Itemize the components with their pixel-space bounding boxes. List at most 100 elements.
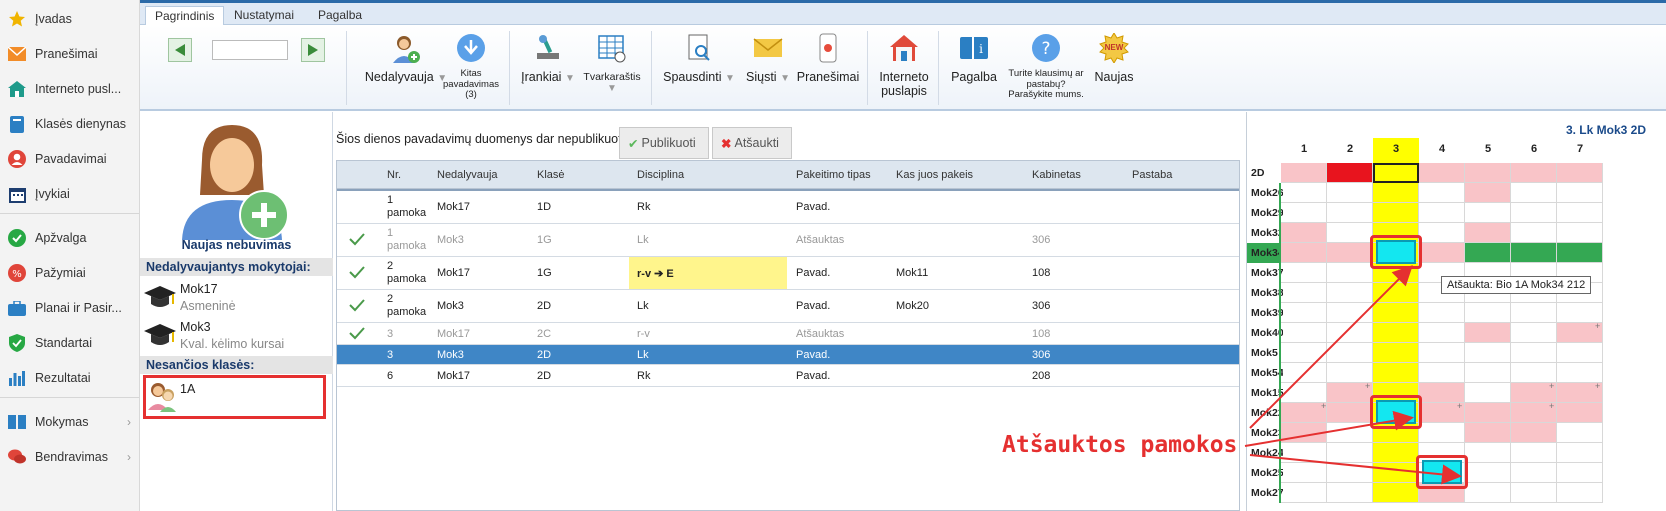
grid-cell[interactable]	[1281, 463, 1327, 483]
grid-cell[interactable]	[1557, 183, 1603, 203]
tab-pagrindinis[interactable]: Pagrindinis	[145, 6, 225, 26]
grid-cell[interactable]	[1327, 343, 1373, 363]
grid-cell[interactable]	[1557, 343, 1603, 363]
pranesimai-button[interactable]: Pranešimai	[795, 33, 861, 84]
grid-cell[interactable]	[1281, 243, 1327, 263]
grid-cell[interactable]	[1327, 303, 1373, 323]
grid-cell[interactable]	[1465, 363, 1511, 383]
grid-cell[interactable]	[1373, 443, 1419, 463]
grid-cell[interactable]	[1327, 363, 1373, 383]
grid-cell[interactable]	[1281, 343, 1327, 363]
grid-cell[interactable]	[1465, 463, 1511, 483]
grid-cell[interactable]	[1557, 463, 1603, 483]
naujas-button[interactable]: NEW Naujas	[1090, 33, 1138, 84]
grid-cell[interactable]	[1557, 363, 1603, 383]
grid-cell[interactable]	[1419, 303, 1465, 323]
grid-cell[interactable]	[1327, 223, 1373, 243]
grid-cell[interactable]	[1557, 483, 1603, 503]
grid-cell[interactable]	[1373, 343, 1419, 363]
irankiai-button[interactable]: Įrankiai ▼	[520, 33, 576, 86]
grid-cell[interactable]	[1281, 223, 1327, 243]
grid-cell[interactable]	[1419, 243, 1465, 263]
sidebar-item-mokymas[interactable]: Mokymas ›	[0, 405, 139, 439]
grid-cell[interactable]	[1373, 303, 1419, 323]
grid-cell[interactable]	[1511, 303, 1557, 323]
grid-cell[interactable]	[1327, 163, 1373, 183]
grid-cell[interactable]	[1511, 483, 1557, 503]
grid-cell[interactable]	[1327, 323, 1373, 343]
sidebar-item-apzvalga[interactable]: Apžvalga	[0, 221, 139, 255]
table-row[interactable]: 6 Mok17 2D Rk Pavad. 208	[337, 365, 1239, 387]
grid-cell[interactable]	[1327, 203, 1373, 223]
sidebar-item-ivykiai[interactable]: Įvykiai	[0, 177, 139, 211]
pagalba-button[interactable]: i Pagalba	[948, 33, 1000, 84]
grid-cell[interactable]	[1511, 223, 1557, 243]
siusti-button[interactable]: Siųsti ▼	[740, 33, 796, 86]
sidebar-item-internetas[interactable]: Interneto pusl...	[0, 72, 139, 106]
grid-cell[interactable]	[1557, 223, 1603, 243]
sidebar-item-rezultatai[interactable]: Rezultatai	[0, 361, 139, 395]
grid-cell[interactable]	[1511, 323, 1557, 343]
sidebar-item-pazymiai[interactable]: % Pažymiai	[0, 256, 139, 290]
grid-cell[interactable]	[1465, 443, 1511, 463]
sidebar-item-planai[interactable]: Planai ir Pasir...	[0, 291, 139, 325]
grid-cell[interactable]	[1327, 403, 1373, 423]
sidebar-item-bendravimas[interactable]: Bendravimas ›	[0, 440, 139, 474]
grid-cell[interactable]	[1373, 203, 1419, 223]
grid-cell[interactable]	[1465, 383, 1511, 403]
tab-pagalba[interactable]: Pagalba	[309, 6, 371, 25]
sidebar-item-ivadas[interactable]: Įvadas	[0, 2, 139, 36]
grid-cell[interactable]	[1281, 183, 1327, 203]
grid-cell[interactable]	[1511, 443, 1557, 463]
grid-cell[interactable]	[1465, 483, 1511, 503]
absent-class-item[interactable]: 1A	[143, 375, 326, 419]
grid-cell[interactable]	[1327, 423, 1373, 443]
grid-cell[interactable]	[1465, 303, 1511, 323]
table-row-selected[interactable]: 3 Mok3 2D Lk Pavad. 306	[337, 345, 1239, 365]
grid-cell[interactable]	[1327, 483, 1373, 503]
table-row[interactable]: 3 Mok17 2C r-v Atšauktas 108	[337, 323, 1239, 345]
grid-cell[interactable]	[1557, 403, 1603, 423]
grid-cell[interactable]	[1465, 163, 1511, 183]
grid-cell[interactable]	[1511, 163, 1557, 183]
tab-nustatymai[interactable]: Nustatymai	[225, 6, 303, 25]
nedalyvauja-button[interactable]: Nedalyvauja ▼	[364, 33, 448, 86]
grid-cell[interactable]	[1373, 283, 1419, 303]
grid-cell[interactable]	[1419, 223, 1465, 243]
grid-cell[interactable]	[1419, 163, 1465, 183]
grid-cell[interactable]	[1327, 463, 1373, 483]
table-row[interactable]: 1 pamoka Mok17 1D Rk Pavad.	[337, 191, 1239, 224]
next-day-button[interactable]	[301, 38, 325, 62]
grid-cell[interactable]	[1465, 203, 1511, 223]
grid-cell[interactable]	[1465, 183, 1511, 203]
grid-cell[interactable]	[1281, 263, 1327, 283]
grid-cell[interactable]	[1281, 203, 1327, 223]
grid-cell[interactable]	[1465, 323, 1511, 343]
grid-cell[interactable]	[1419, 423, 1465, 443]
sidebar-item-standartai[interactable]: Standartai	[0, 326, 139, 360]
tvarkarastis-button[interactable]: Tvarkaraštis ▼	[578, 33, 646, 94]
grid-cell[interactable]	[1557, 203, 1603, 223]
grid-cell[interactable]	[1373, 323, 1419, 343]
grid-cell[interactable]	[1373, 463, 1419, 483]
grid-cell[interactable]	[1327, 263, 1373, 283]
grid-cell[interactable]	[1557, 163, 1603, 183]
grid-cell[interactable]	[1419, 383, 1465, 403]
grid-cell[interactable]	[1281, 363, 1327, 383]
grid-cell[interactable]	[1281, 303, 1327, 323]
prev-day-button[interactable]	[168, 38, 192, 62]
grid-cell[interactable]	[1281, 323, 1327, 343]
grid-cell[interactable]	[1557, 423, 1603, 443]
absent-teacher-item[interactable]: Mok17 Asmeninė	[144, 282, 329, 320]
grid-cell[interactable]	[1419, 363, 1465, 383]
absent-teacher-item[interactable]: Mok3 Kval. kėlimo kursai	[144, 320, 329, 358]
grid-cell[interactable]	[1281, 283, 1327, 303]
grid-cell[interactable]	[1373, 163, 1419, 183]
date-input[interactable]	[212, 40, 288, 60]
feedback-button[interactable]: ? Turite klausimų ar pastabų? Parašykite…	[1006, 33, 1086, 101]
grid-cell[interactable]	[1511, 343, 1557, 363]
grid-cell[interactable]	[1419, 183, 1465, 203]
grid-cell[interactable]	[1327, 243, 1373, 263]
table-row[interactable]: 2 pamoka Mok3 2D Lk Pavad. Mok20 306	[337, 290, 1239, 323]
grid-cell[interactable]	[1511, 243, 1557, 263]
